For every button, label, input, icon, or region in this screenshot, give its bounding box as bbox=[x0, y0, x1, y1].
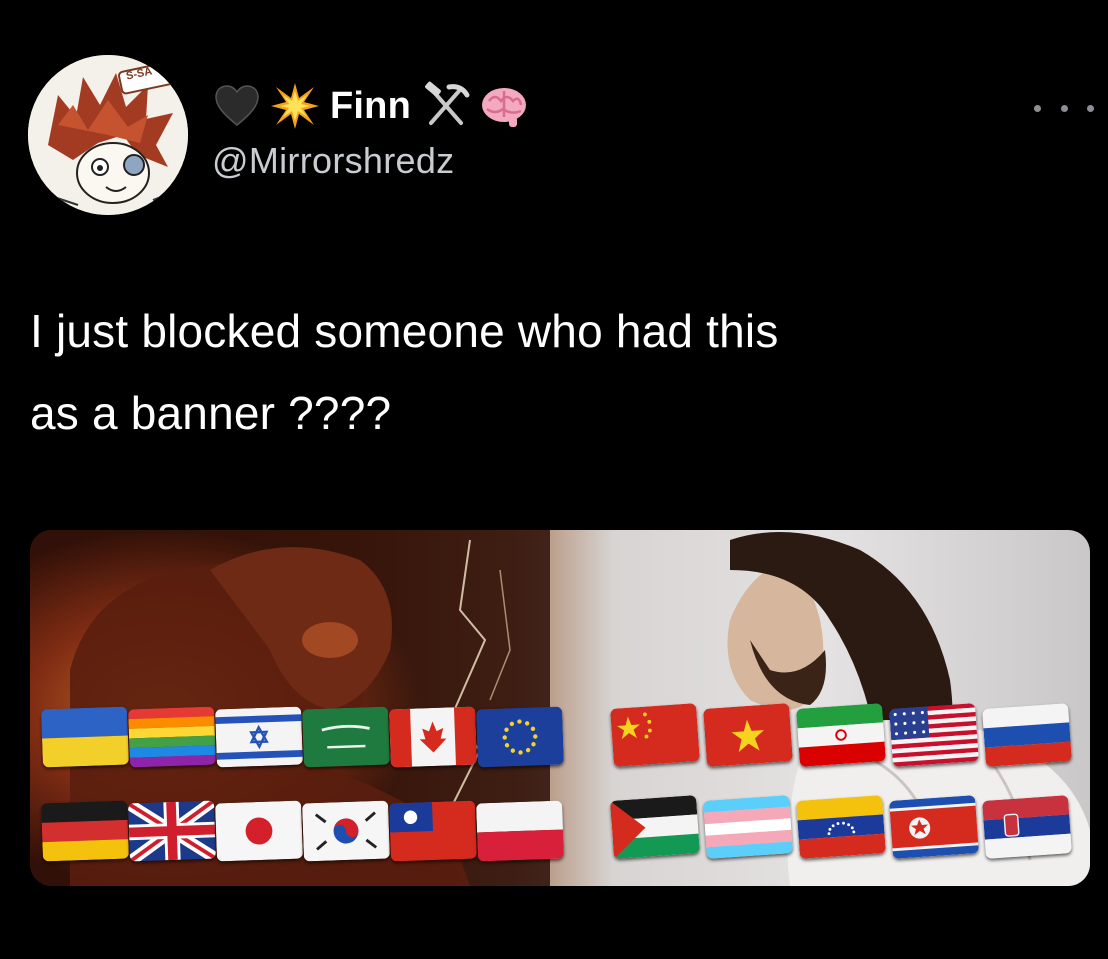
united-kingdom-flag-icon bbox=[128, 800, 216, 862]
serbia-flag-icon bbox=[982, 795, 1072, 859]
palestine-flag-icon bbox=[610, 795, 700, 859]
russia-flag-icon bbox=[982, 703, 1072, 767]
ukraine-flag-icon bbox=[41, 706, 129, 768]
european-union-flag-icon bbox=[476, 706, 564, 768]
more-dot bbox=[1060, 104, 1068, 112]
collision-icon bbox=[270, 81, 320, 131]
hammer-and-pick-icon bbox=[421, 81, 471, 131]
transgender-flag-icon bbox=[703, 795, 793, 859]
tweet-text: I just blocked someone who had this as a… bbox=[30, 290, 1090, 454]
avatar[interactable]: S-SA bbox=[28, 55, 188, 215]
brain-icon bbox=[479, 81, 529, 131]
more-options-button[interactable] bbox=[1034, 96, 1094, 120]
more-dot bbox=[1034, 104, 1041, 112]
israel-flag-icon bbox=[215, 706, 303, 768]
rainbow-flag-icon bbox=[128, 706, 216, 768]
tweet-text-line: as a banner ???? bbox=[30, 387, 392, 439]
user-handle[interactable]: @Mirrorshredz bbox=[212, 140, 454, 182]
poland-flag-icon bbox=[476, 800, 564, 862]
more-dot bbox=[1087, 104, 1094, 112]
display-name-row[interactable]: Finn bbox=[212, 78, 529, 134]
south-korea-flag-icon bbox=[302, 800, 390, 862]
germany-flag-icon bbox=[41, 800, 129, 862]
north-korea-flag-icon bbox=[889, 795, 979, 859]
china-flag-icon bbox=[610, 703, 700, 767]
black-heart-icon bbox=[212, 81, 262, 131]
taiwan-flag-icon bbox=[389, 800, 477, 862]
venezuela-flag-icon bbox=[796, 795, 886, 859]
iran-flag-icon bbox=[796, 703, 886, 767]
tweet: S-SA Finn @Mirrorshredz I just blocked s… bbox=[0, 0, 1108, 959]
vietnam-flag-icon bbox=[703, 703, 793, 767]
tweet-media-image[interactable] bbox=[30, 530, 1090, 886]
tweet-text-line: I just blocked someone who had this bbox=[30, 305, 779, 357]
avatar-drawing bbox=[28, 55, 188, 215]
canada-flag-icon bbox=[389, 706, 477, 768]
japan-flag-icon bbox=[215, 800, 303, 862]
saudi-arabia-flag-icon bbox=[302, 706, 390, 768]
display-name: Finn bbox=[330, 84, 411, 127]
united-states-flag-icon bbox=[889, 703, 979, 767]
